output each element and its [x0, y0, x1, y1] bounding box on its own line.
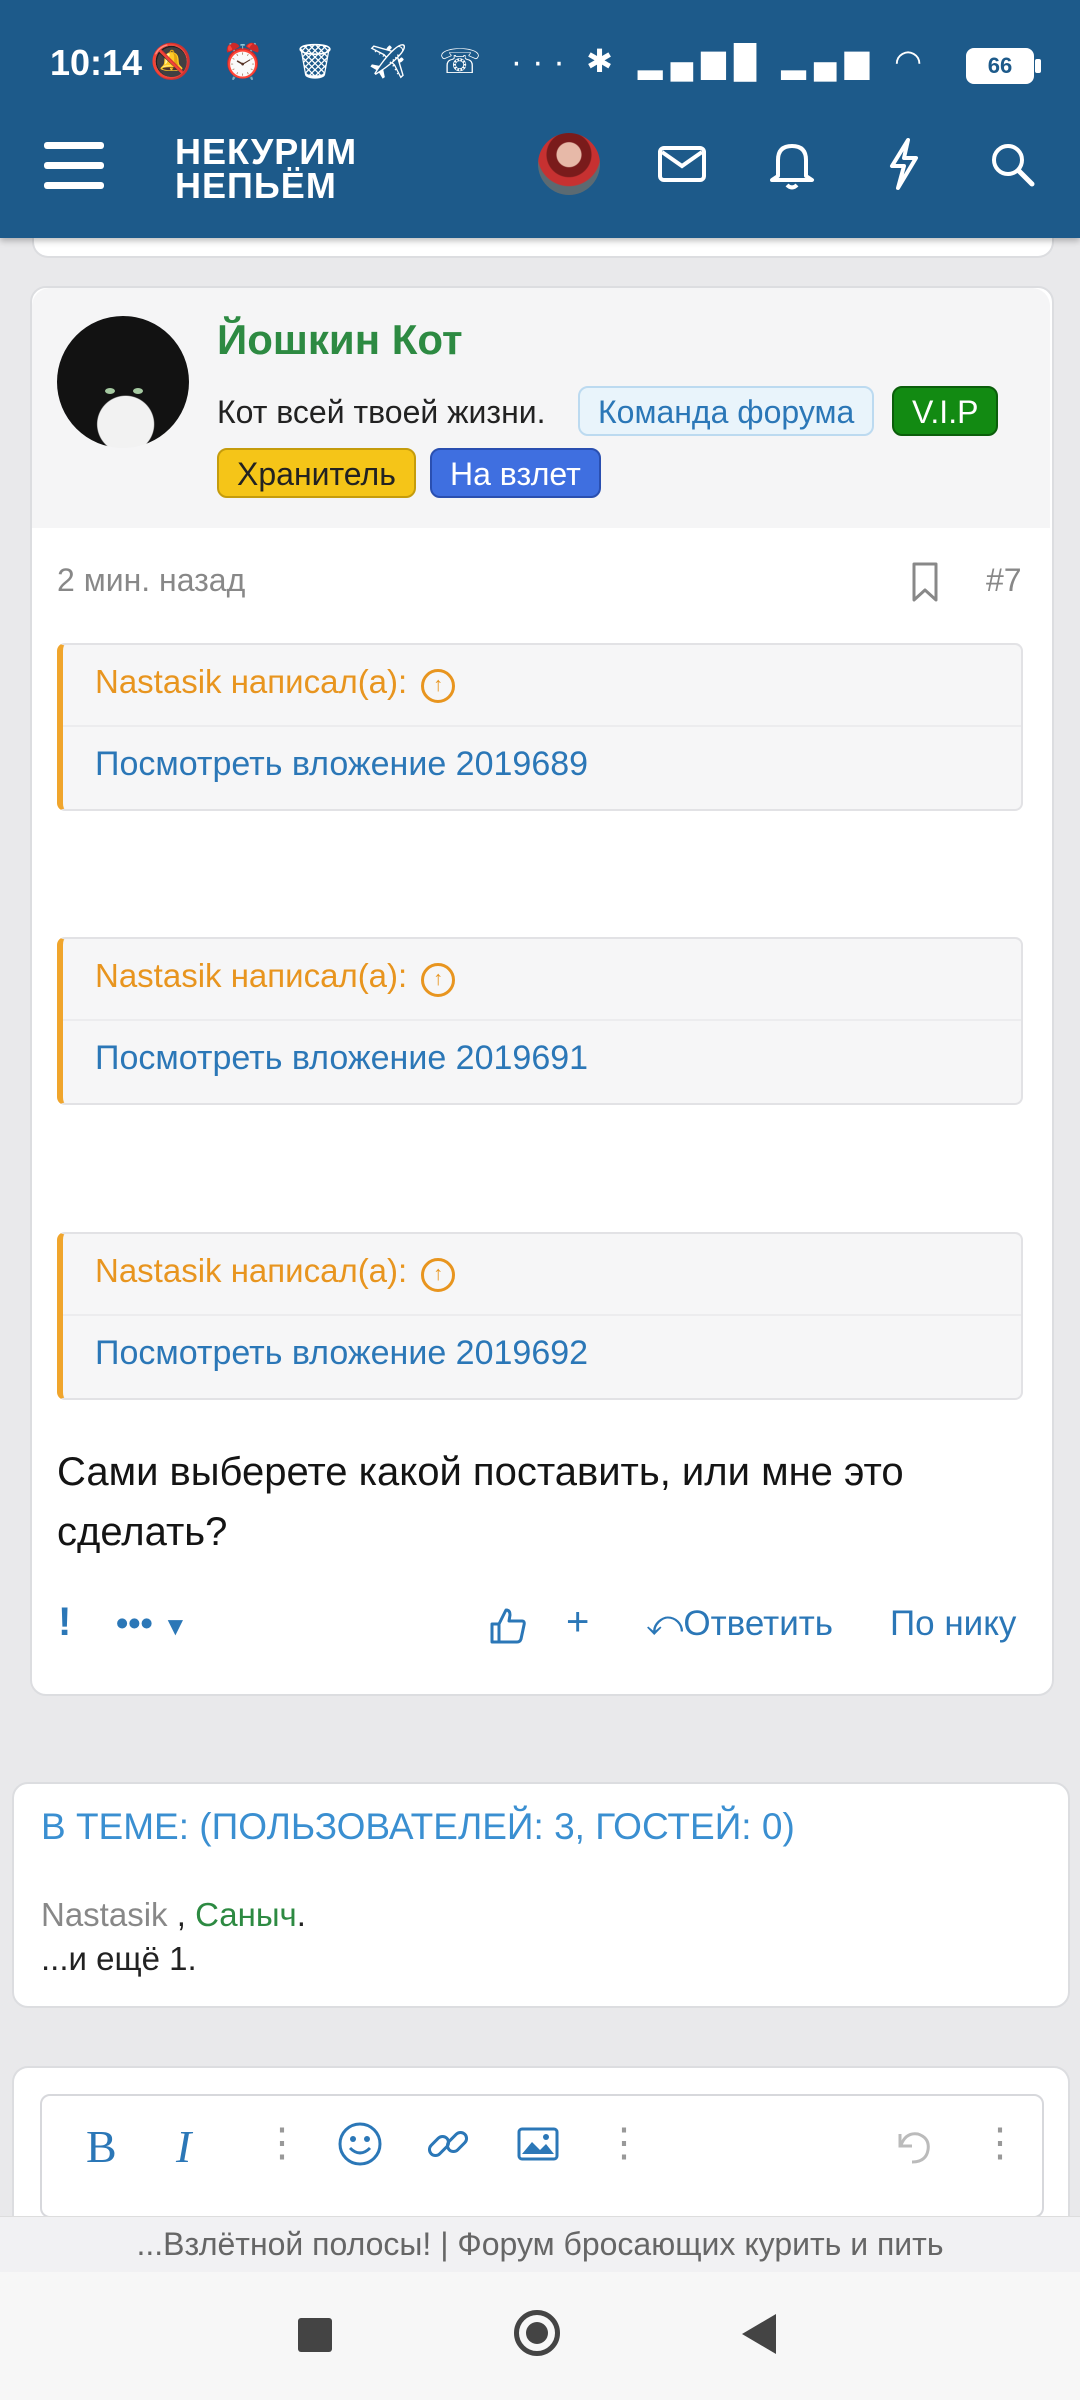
status-bar: 10:14 🔕 ⏰ 🗑 ✈ ☏ ··· ✱ ▂▄▆█ ▂▄▆ ◠ 66 [0, 0, 1080, 120]
link-icon[interactable] [424, 2120, 472, 2180]
search-icon[interactable] [982, 130, 1042, 196]
more-options-icon[interactable]: ⋮ [262, 2120, 302, 2180]
back-button[interactable] [742, 2314, 776, 2354]
reply-icon: ⤺ [646, 1604, 684, 1643]
quote-block: Nastasik написал(а): ↑ Посмотреть вложени… [57, 1232, 1023, 1400]
mail-icon[interactable] [652, 130, 712, 196]
undo-icon[interactable] [888, 2120, 936, 2180]
online-users-list: Nastasik , Саныч. ...и ещё 1. [41, 1896, 306, 1978]
chevron-down-icon: ▼ [162, 1611, 189, 1641]
menu-icon[interactable] [44, 142, 104, 192]
arrow-up-icon[interactable]: ↑ [421, 963, 456, 997]
app-header: 10:14 🔕 ⏰ 🗑 ✈ ☏ ··· ✱ ▂▄▆█ ▂▄▆ ◠ 66 НЕКУ… [0, 0, 1080, 238]
bold-button[interactable]: B [86, 2120, 117, 2180]
battery-icon: 66 [966, 48, 1041, 84]
report-button[interactable]: ! [58, 1600, 71, 1645]
lightning-icon[interactable] [872, 130, 932, 196]
plus-button[interactable]: + [566, 1600, 589, 1645]
badge-team: Команда форума [578, 386, 875, 436]
emoji-icon[interactable] [336, 2120, 384, 2180]
system-navigation-bar [0, 2272, 1080, 2400]
post-username[interactable]: Йошкин Кот [217, 316, 463, 364]
image-icon[interactable] [514, 2120, 562, 2180]
italic-button[interactable]: I [176, 2120, 191, 2180]
more-button[interactable]: ••• ▼ [116, 1604, 188, 1644]
online-user[interactable]: Nastasik [41, 1896, 168, 1933]
more-dots: ••• [116, 1604, 153, 1643]
attachment-link[interactable]: Посмотреть вложение 2019692 [95, 1334, 588, 1373]
recent-apps-button[interactable] [298, 2318, 332, 2352]
post-message: Сами выберете какой поставить, или мне э… [57, 1450, 904, 1554]
bookmark-icon[interactable] [910, 560, 940, 604]
online-user[interactable]: Саныч [195, 1896, 297, 1933]
system-icons: ✱ ▂▄▆█ ▂▄▆ ◠ [586, 43, 930, 79]
dot: . [296, 1896, 306, 1933]
separator: , [167, 1896, 196, 1933]
badge-vip: V.I.P [892, 386, 999, 436]
notification-icons: 🔕 ⏰ 🗑 ✈ ☏ ··· [150, 43, 575, 81]
reply-button[interactable]: ⤺Ответить [646, 1604, 833, 1644]
site-logo[interactable]: НЕКУРИМ НЕПЬЁМ [175, 131, 358, 206]
quote-block: Nastasik написал(а): ↑ Посмотреть вложени… [57, 643, 1023, 811]
quote-block: Nastasik написал(а): ↑ Посмотреть вложени… [57, 937, 1023, 1105]
more-options-icon[interactable]: ⋮ [604, 2120, 644, 2180]
quote-author[interactable]: Nastasik написал(а): ↑ [95, 1252, 456, 1292]
page-title-bar: ...Взлётной полосы! | Форум бросающих ку… [0, 2216, 1080, 2273]
status-time: 10:14 [50, 42, 143, 83]
quote-author-text: Nastasik написал(а): [95, 957, 408, 994]
online-title: В ТЕМЕ: (ПОЛЬЗОВАТЕЛЕЙ: 3, ГОСТЕЙ: 0) [41, 1806, 795, 1847]
reply-label: Ответить [683, 1604, 834, 1643]
post-number[interactable]: #7 [986, 562, 1022, 599]
arrow-up-icon[interactable]: ↑ [421, 1258, 456, 1292]
quote-author-text: Nastasik написал(а): [95, 1252, 408, 1289]
badge-keeper: Хранитель [217, 448, 416, 498]
user-avatar[interactable] [538, 133, 600, 195]
post-author-avatar[interactable] [57, 316, 189, 448]
more-options-icon[interactable]: ⋮ [980, 2120, 1020, 2180]
arrow-up-icon[interactable]: ↑ [421, 669, 456, 703]
attachment-link[interactable]: Посмотреть вложение 2019689 [95, 745, 588, 784]
badge-takeoff: На взлет [430, 448, 601, 498]
quote-author[interactable]: Nastasik написал(а): ↑ [95, 663, 456, 703]
bell-icon[interactable] [762, 130, 822, 196]
logo-line-1: НЕКУРИМ [175, 131, 358, 172]
by-nick-button[interactable]: По нику [890, 1604, 1016, 1644]
home-button[interactable] [514, 2310, 560, 2356]
user-title: Кот всей твоей жизни. [217, 394, 546, 430]
quote-author[interactable]: Nastasik написал(а): ↑ [95, 957, 456, 997]
online-more[interactable]: ...и ещё 1. [41, 1940, 306, 1978]
quote-author-text: Nastasik написал(а): [95, 663, 408, 700]
like-icon[interactable] [488, 1606, 528, 1646]
logo-line-2: НЕПЬЁМ [175, 165, 337, 206]
post-time[interactable]: 2 мин. назад [57, 562, 245, 599]
attachment-link[interactable]: Посмотреть вложение 2019691 [95, 1039, 588, 1078]
